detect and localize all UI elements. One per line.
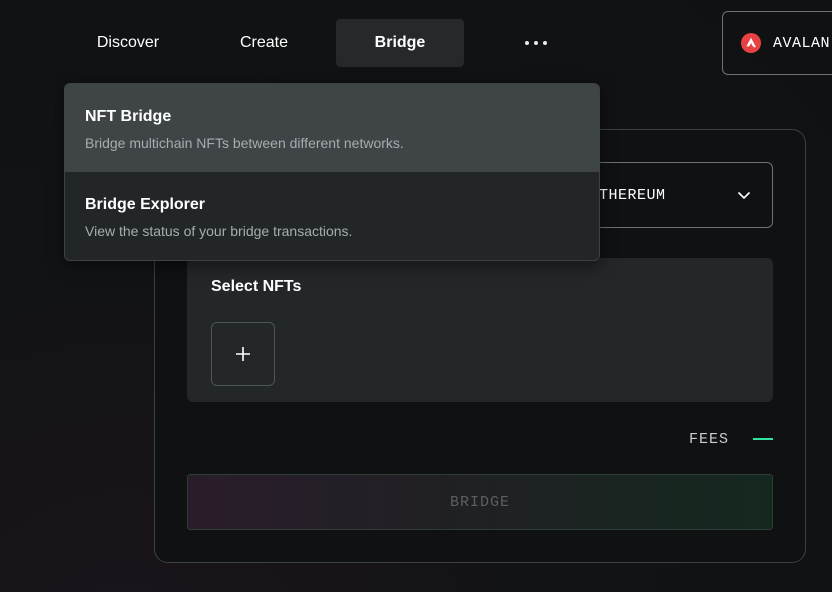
fees-value-placeholder — [753, 438, 773, 440]
ellipsis-icon — [525, 41, 529, 45]
select-nfts-panel: Select NFTs — [187, 258, 773, 402]
menu-item-description: View the status of your bridge transacti… — [85, 223, 353, 239]
menu-item-description: Bridge multichain NFTs between different… — [85, 135, 404, 151]
plus-icon — [236, 347, 250, 361]
bridge-submit-label: BRIDGE — [449, 493, 510, 511]
select-nfts-title: Select NFTs — [211, 278, 302, 295]
avalanche-logo-icon — [741, 33, 761, 53]
more-menu-button[interactable] — [508, 19, 564, 67]
menu-item-bridge-explorer[interactable]: Bridge Explorer View the status of your … — [65, 172, 599, 260]
ellipsis-icon — [534, 41, 538, 45]
chevron-down-icon — [737, 191, 751, 200]
network-name: AVALAN — [773, 34, 831, 52]
nav-bridge[interactable]: Bridge — [336, 19, 464, 67]
destination-chain-label: THEREUM — [599, 186, 666, 204]
fees-row: FEES — [600, 428, 773, 450]
menu-item-title: NFT Bridge — [85, 108, 172, 125]
network-selector-button[interactable]: AVALAN — [722, 11, 832, 75]
nav-discover[interactable]: Discover — [72, 19, 184, 67]
add-nft-button[interactable] — [211, 322, 275, 386]
menu-item-nft-bridge[interactable]: NFT Bridge Bridge multichain NFTs betwee… — [65, 84, 599, 172]
bridge-dropdown-menu: NFT Bridge Bridge multichain NFTs betwee… — [64, 83, 600, 261]
menu-item-title: Bridge Explorer — [85, 196, 206, 213]
bridge-submit-button[interactable]: BRIDGE — [187, 474, 773, 530]
fees-label: FEES — [688, 430, 729, 448]
ellipsis-icon — [543, 41, 547, 45]
nav-create[interactable]: Create — [208, 19, 320, 67]
